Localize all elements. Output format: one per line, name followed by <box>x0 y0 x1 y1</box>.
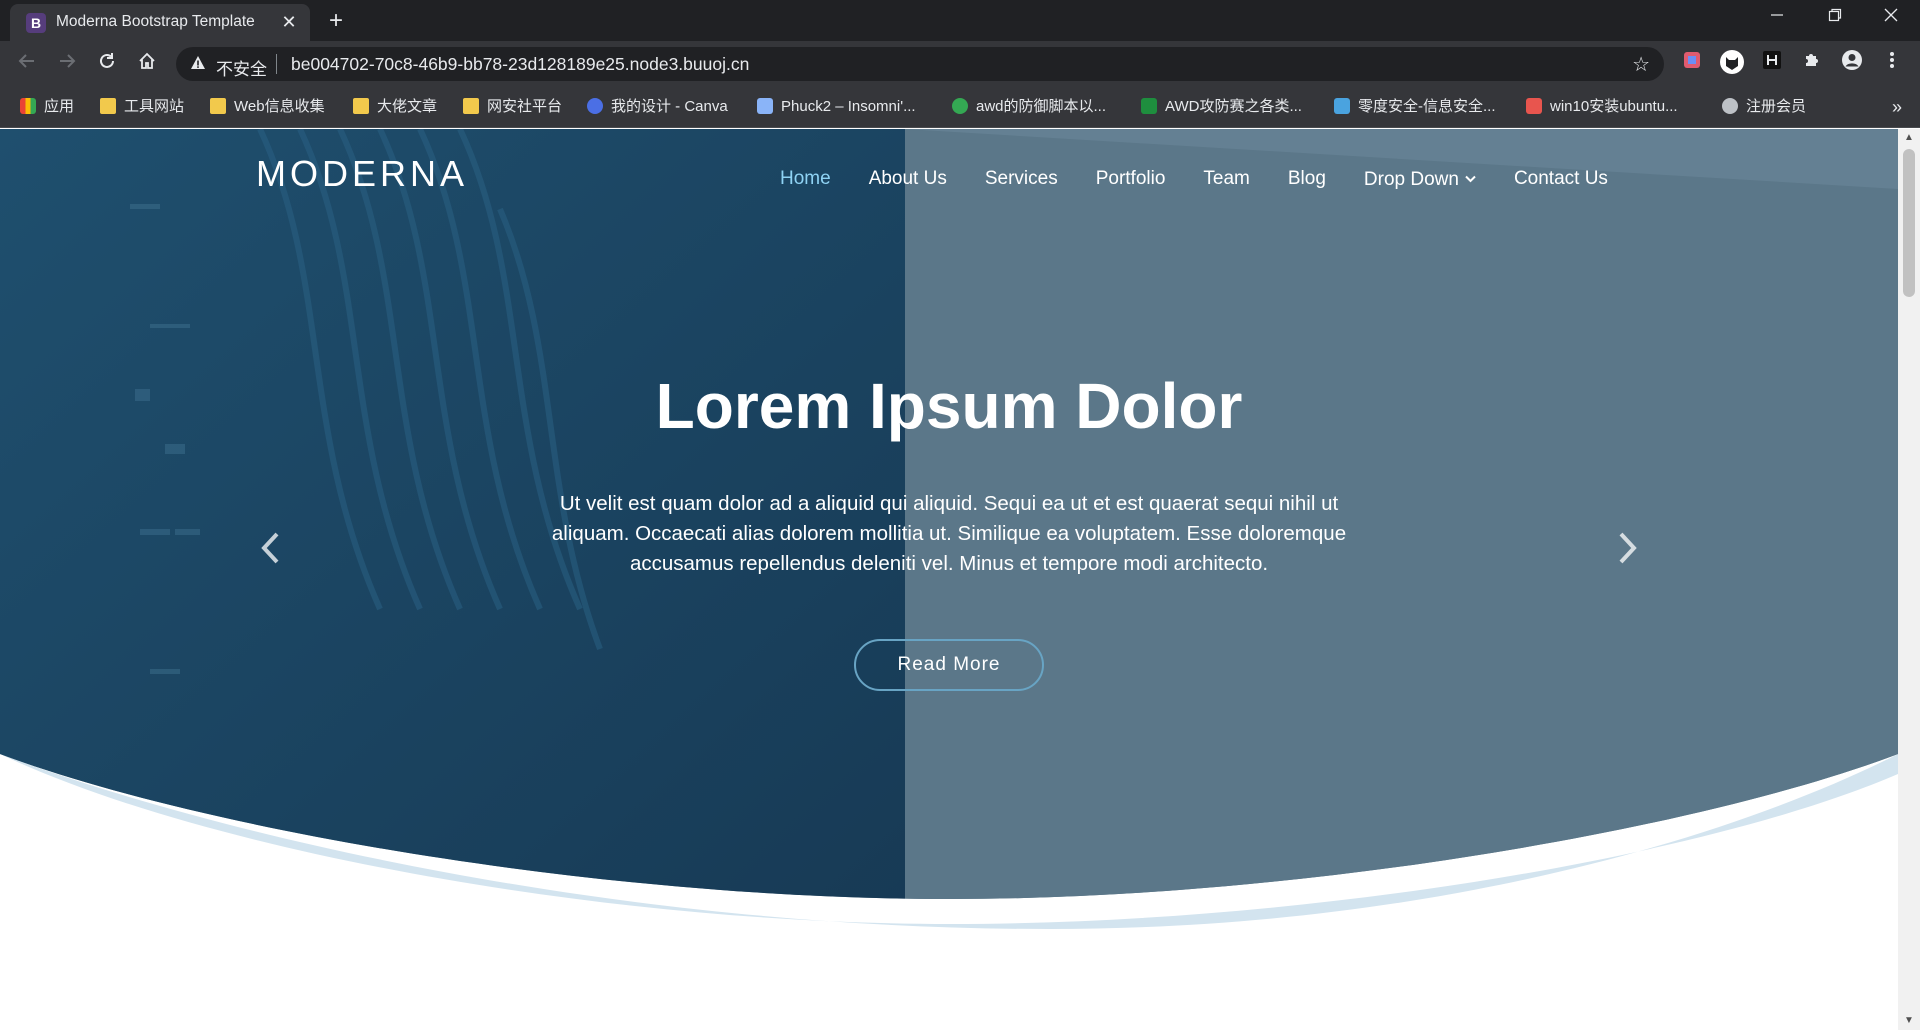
chevron-down-icon <box>1465 172 1476 186</box>
nav-services[interactable]: Services <box>985 167 1058 197</box>
hero-text: Ut velit est quam dolor ad a aliquid qui… <box>551 492 1347 575</box>
folder-icon <box>210 98 226 114</box>
profile-avatar-icon[interactable] <box>1837 49 1867 79</box>
extension-shield-icon[interactable] <box>1677 49 1707 79</box>
extension-h-icon[interactable] <box>1757 49 1787 79</box>
extensions-puzzle-icon[interactable] <box>1797 49 1827 79</box>
nav-home[interactable]: Home <box>780 167 831 197</box>
hero-title: Lorem Ipsum Dolor <box>655 370 1243 442</box>
extension-fox-icon[interactable] <box>1717 49 1747 79</box>
folder-icon <box>100 98 116 114</box>
bookmark-folder-tools[interactable]: 工具网站 <box>100 94 184 120</box>
bookmark-win10-ubuntu[interactable]: win10安装ubuntu... <box>1526 94 1678 120</box>
apps-icon <box>20 98 36 114</box>
forward-arrow-icon[interactable] <box>52 49 82 79</box>
nav-contact-us[interactable]: Contact Us <box>1514 167 1608 197</box>
url-text[interactable]: be004702-70c8-46b9-bb78-23d128189e25.nod… <box>291 54 749 75</box>
reload-icon[interactable] <box>92 49 122 79</box>
bookmark-folder-articles[interactable]: 大佬文章 <box>353 94 437 120</box>
awd-site-icon <box>1141 98 1157 114</box>
carousel-prev-icon[interactable] <box>250 519 290 579</box>
browser-menu-icon[interactable] <box>1877 49 1907 79</box>
jianshu-icon <box>1526 98 1542 114</box>
home-icon[interactable] <box>132 49 162 79</box>
address-bar[interactable]: 不安全 be004702-70c8-46b9-bb78-23d128189e25… <box>176 47 1664 81</box>
site-logo[interactable]: MODERNA <box>256 153 468 195</box>
nav-portfolio[interactable]: Portfolio <box>1096 167 1166 197</box>
nav-drop-down[interactable]: Drop Down <box>1364 167 1476 197</box>
new-tab-button[interactable]: + <box>322 8 350 36</box>
bookmark-apps[interactable]: 应用 <box>20 94 74 120</box>
bootstrap-favicon-icon: B <box>26 13 46 33</box>
folder-icon <box>463 98 479 114</box>
bookmark-star-icon[interactable]: ☆ <box>1632 52 1650 77</box>
globe-icon <box>1722 98 1738 114</box>
scroll-thumb[interactable] <box>1903 149 1915 297</box>
minimize-button[interactable] <box>1748 0 1806 36</box>
bookmark-phuck2[interactable]: Phuck2 – Insomni'... <box>757 94 916 120</box>
nav-drop-down-label: Drop Down <box>1363 169 1459 190</box>
security-label[interactable]: 不安全 <box>216 55 267 80</box>
hero-section: MODERNA Home About Us Services Portfolio… <box>0 129 1898 929</box>
nav-about-us[interactable]: About Us <box>869 167 947 197</box>
folder-icon <box>353 98 369 114</box>
read-more-button[interactable]: Read More <box>854 639 1044 691</box>
awd-icon <box>952 98 968 114</box>
tab-title: Moderna Bootstrap Template <box>56 13 255 30</box>
page-icon <box>757 98 773 114</box>
nav-blog[interactable]: Blog <box>1288 167 1326 197</box>
bookmark-register[interactable]: 注册会员 <box>1722 94 1806 120</box>
active-tab[interactable]: B Moderna Bootstrap Template ✕ <box>10 4 310 41</box>
main-nav: Home About Us Services Portfolio Team Bl… <box>780 167 1646 197</box>
bookmark-folder-platform[interactable]: 网安社平台 <box>463 94 562 120</box>
page-viewport: MODERNA Home About Us Services Portfolio… <box>0 129 1898 1030</box>
restore-button[interactable] <box>1806 0 1864 36</box>
bookmarks-overflow-icon[interactable]: » <box>1892 94 1902 120</box>
tab-close-icon[interactable]: ✕ <box>278 11 300 33</box>
bookmark-canva[interactable]: 我的设计 - Canva <box>587 94 728 120</box>
scroll-up-arrow-icon[interactable]: ▲ <box>1898 129 1920 147</box>
warning-triangle-icon[interactable] <box>190 55 206 74</box>
close-window-button[interactable] <box>1862 0 1920 36</box>
nav-team[interactable]: Team <box>1203 167 1249 197</box>
bookmark-zero-security[interactable]: 零度安全-信息安全... <box>1334 94 1496 120</box>
bookmarks-bar: 应用 工具网站 Web信息收集 大佬文章 网安社平台 我的设计 - Canva … <box>0 86 1920 128</box>
page-scrollbar[interactable]: ▲ ▼ <box>1898 129 1920 1030</box>
tab-strip: B Moderna Bootstrap Template ✕ + <box>0 0 1920 41</box>
zero-icon <box>1334 98 1350 114</box>
bookmark-awd-attack[interactable]: AWD攻防赛之各类... <box>1141 94 1302 120</box>
bookmark-awd-defense[interactable]: awd的防御脚本以... <box>952 94 1106 120</box>
back-arrow-icon[interactable] <box>12 49 42 79</box>
carousel-next-icon[interactable] <box>1608 519 1648 579</box>
browser-toolbar: 不安全 be004702-70c8-46b9-bb78-23d128189e25… <box>0 41 1920 86</box>
scroll-down-arrow-icon[interactable]: ▼ <box>1898 1012 1920 1030</box>
bookmark-folder-web-info[interactable]: Web信息收集 <box>210 94 325 120</box>
omnibox-separator <box>276 54 277 74</box>
canva-icon <box>587 98 603 114</box>
